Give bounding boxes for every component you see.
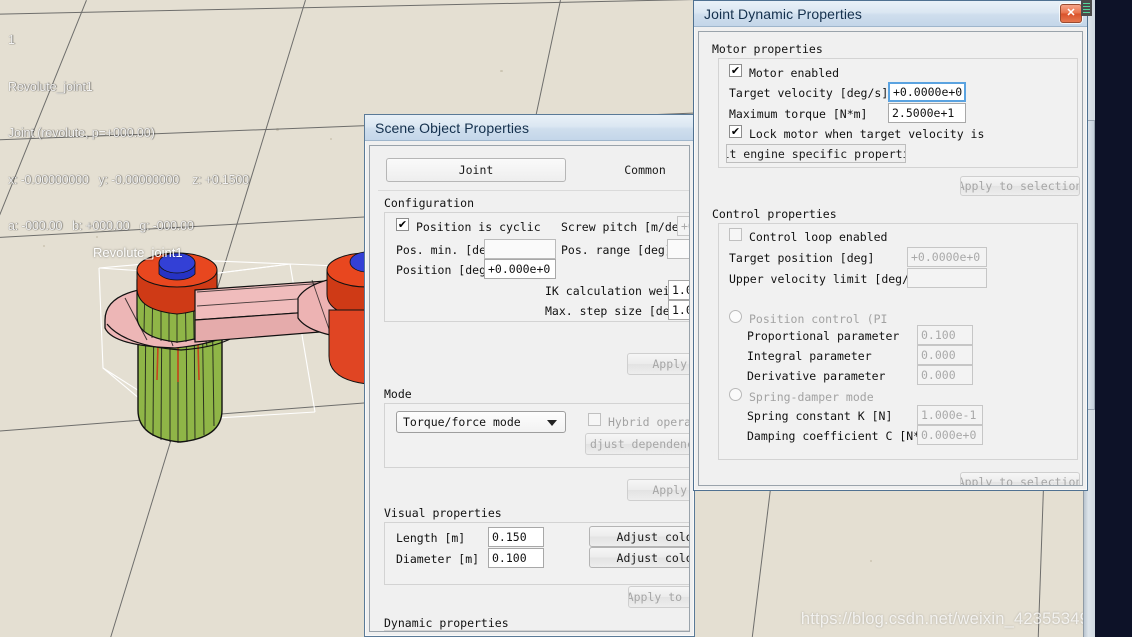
upper-velocity-limit-label: Upper velocity limit [deg/s] <box>729 272 923 286</box>
integral-parameter-field[interactable]: 0.000 <box>917 345 973 365</box>
derivative-parameter-field[interactable]: 0.000 <box>917 365 973 385</box>
screw-pitch-label: Screw pitch [m/deg] <box>561 220 690 234</box>
watermark-url: https://blog.csdn.net/weixin_42355349 <box>800 610 1089 628</box>
ik-weight-label: IK calculation weigh <box>545 284 684 298</box>
edit-engine-specific-properties-button[interactable]: dit engine specific propertie <box>726 144 906 163</box>
joint-dynamic-properties-body: Motor properties ✔ Motor enabled Target … <box>698 31 1083 486</box>
ik-weight-field[interactable]: 1.00 <box>668 280 689 300</box>
lock-motor-label: Lock motor when target velocity is <box>749 127 985 141</box>
floor-speck <box>500 70 503 72</box>
dynamic-properties-group-label: Dynamic properties <box>384 616 509 630</box>
scene-object-properties-title: Scene Object Properties <box>375 119 530 136</box>
integral-parameter-label: Integral parameter <box>747 349 872 363</box>
proportional-parameter-label: Proportional parameter <box>747 329 900 343</box>
proportional-parameter-field[interactable]: 0.100 <box>917 325 973 345</box>
joint-dynamic-properties-window[interactable]: Joint Dynamic Properties ✕ Motor propert… <box>693 0 1088 491</box>
motor-enabled-checkbox[interactable]: ✔ <box>729 64 742 77</box>
hybrid-operation-label: Hybrid operation <box>608 415 689 429</box>
scene-object-properties-titlebar[interactable]: Scene Object Properties <box>365 115 694 141</box>
max-step-size-field[interactable]: 1.00 <box>668 300 689 320</box>
joint-dynamic-properties-title: Joint Dynamic Properties <box>704 5 863 22</box>
visual-properties-group-label: Visual properties <box>384 506 502 520</box>
tab-common[interactable]: Common <box>600 158 689 182</box>
target-velocity-field[interactable]: +0.0000e+0 <box>888 82 966 102</box>
control-properties-apply-button[interactable]: Apply to selection <box>960 472 1080 485</box>
tab-joint[interactable]: Joint <box>386 158 566 182</box>
control-loop-enabled-label: Control loop enabled <box>749 230 888 244</box>
target-velocity-label: Target velocity [deg/s] <box>729 86 889 100</box>
pos-range-label: Pos. range [deg] <box>561 243 672 257</box>
tab-divider <box>378 190 689 191</box>
configuration-group-label: Configuration <box>384 196 475 210</box>
pos-min-field[interactable] <box>484 239 556 259</box>
length-field[interactable]: 0.150 <box>488 527 544 547</box>
spring-damper-mode-radio[interactable] <box>729 388 742 401</box>
target-position-field[interactable]: +0.0000e+0 <box>907 247 987 267</box>
mode-group-label: Mode <box>384 387 412 401</box>
diameter-field[interactable]: 0.100 <box>488 548 544 568</box>
position-is-cyclic-checkbox[interactable]: ✔ <box>396 218 409 231</box>
spring-constant-field[interactable]: 1.000e-1 <box>917 405 983 425</box>
motor-enabled-label: Motor enabled <box>749 66 840 80</box>
mode-combobox[interactable]: Torque/force mode <box>396 411 566 433</box>
adjust-dependency-button[interactable]: djust dependency e <box>585 433 689 455</box>
damping-coefficient-label: Damping coefficient C [N*s] <box>747 429 934 443</box>
adjust-color-a-button[interactable]: Adjust color A <box>589 526 689 547</box>
info-line-index: 1 <box>8 33 15 47</box>
info-line-type: Joint (revolute, p=+000.00) <box>8 126 155 140</box>
floor-speck <box>330 138 332 140</box>
maximum-torque-label: Maximum torque [N*m] <box>729 107 868 121</box>
dynamic-properties-groupbox <box>384 630 689 631</box>
position-control-radio[interactable] <box>729 310 742 323</box>
scene-object-properties-window[interactable]: Scene Object Properties Joint Common Con… <box>364 114 695 637</box>
position-label: Position [deg] <box>396 263 493 277</box>
motor-properties-group-label: Motor properties <box>712 42 823 56</box>
control-loop-enabled-checkbox[interactable] <box>729 228 742 241</box>
position-control-label: Position control (PI <box>749 312 888 326</box>
spring-damper-mode-label: Spring-damper mode <box>749 390 874 404</box>
info-line-xyz: x: -0.00000000 y: -0.00000000 z: +0.1500 <box>8 172 249 187</box>
diameter-label: Diameter [m] <box>396 552 480 566</box>
damping-coefficient-field[interactable]: 0.000e+0 <box>917 425 983 445</box>
mode-apply-button[interactable]: Apply to s <box>627 479 689 501</box>
maximum-torque-field[interactable]: 2.5000e+1 <box>888 103 966 123</box>
length-label: Length [m] <box>396 531 466 545</box>
lock-motor-checkbox[interactable]: ✔ <box>729 125 742 138</box>
motor-properties-apply-button[interactable]: Apply to selection <box>960 176 1080 196</box>
configuration-apply-button[interactable]: Apply to s <box>627 353 689 375</box>
viewport-info-overlay: 1 Revolute_joint1 Joint (revolute, p=+00… <box>8 2 249 266</box>
hybrid-operation-checkbox[interactable] <box>588 413 601 426</box>
spring-constant-label: Spring constant K [N] <box>747 409 893 423</box>
max-step-size-label: Max. step size [deg] <box>545 304 684 318</box>
status-indicator-icon <box>1081 0 1092 16</box>
screw-pitch-field[interactable]: +0. <box>677 216 689 236</box>
tab-common-label: Common <box>624 163 666 177</box>
position-field[interactable]: +0.000e+0 <box>484 259 556 279</box>
control-properties-group-label: Control properties <box>712 207 837 221</box>
visual-properties-apply-button[interactable]: Apply to selection <box>628 586 689 608</box>
pos-range-field[interactable] <box>667 239 689 259</box>
joint-dynamic-properties-titlebar[interactable]: Joint Dynamic Properties ✕ <box>694 1 1087 27</box>
chevron-down-icon <box>547 420 557 426</box>
info-line-abg: a: -000.00 b: +000.00 g: -000.00 <box>8 219 194 233</box>
tab-joint-label: Joint <box>458 163 494 177</box>
position-is-cyclic-label: Position is cyclic <box>416 220 541 234</box>
mode-combobox-value: Torque/force mode <box>403 415 521 429</box>
derivative-parameter-label: Derivative parameter <box>747 369 886 383</box>
floor-speck <box>870 560 872 562</box>
info-line-name: Revolute_joint1 <box>8 79 93 94</box>
target-position-label: Target position [deg] <box>729 251 875 265</box>
close-icon[interactable]: ✕ <box>1060 4 1082 23</box>
upper-velocity-limit-field[interactable] <box>907 268 987 288</box>
adjust-color-b-button[interactable]: Adjust color B <box>589 547 689 568</box>
app-root: Revolute_joint1 1 Revolute_joint1 Joint … <box>0 0 1132 637</box>
scene-object-properties-body: Joint Common Configuration ✔ Position is… <box>369 145 690 632</box>
